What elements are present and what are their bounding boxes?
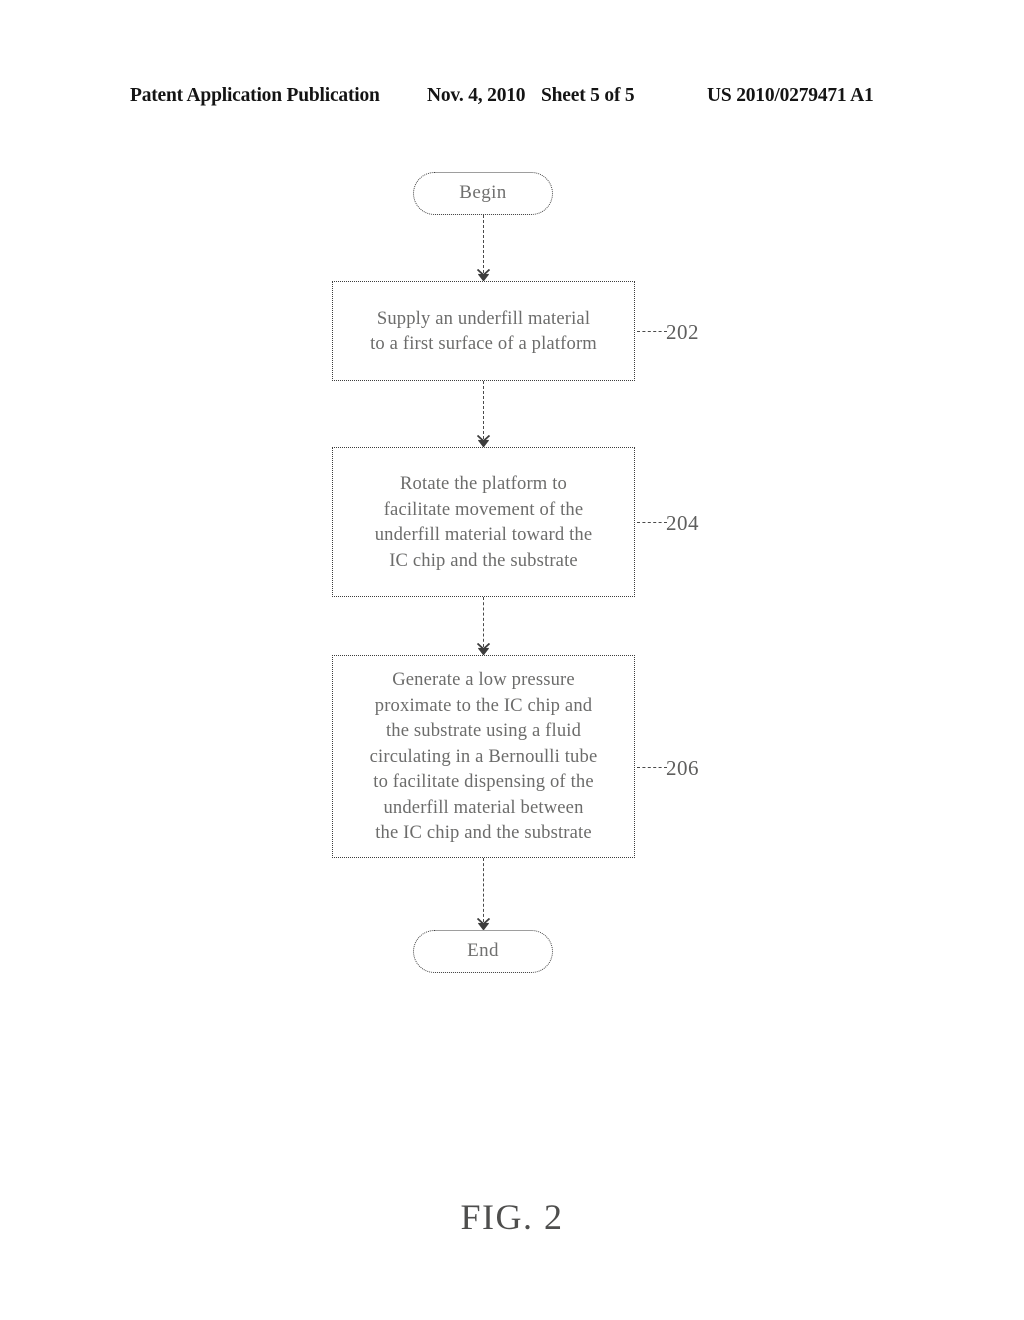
- reference-label-204: 204: [666, 511, 699, 535]
- connector-204-to-206: [483, 597, 484, 647]
- reference-leader-206: [637, 767, 667, 768]
- flowchart-step-202: Supply an underfill material to a first …: [332, 281, 635, 381]
- reference-label-206: 206: [666, 756, 699, 780]
- flowchart-terminal-begin: Begin: [413, 172, 553, 215]
- flowchart-terminal-end: End: [413, 930, 553, 973]
- reference-leader-202: [637, 331, 667, 332]
- figure-caption: FIG. 2: [460, 1197, 564, 1237]
- reference-leader-204: [637, 522, 667, 523]
- step-206-text: Generate a low pressure proximate to the…: [369, 669, 598, 844]
- connector-begin-to-202: [483, 215, 484, 273]
- flowchart-diagram: Begin Supply an underfill material to a …: [0, 0, 1024, 1320]
- terminal-begin-label: Begin: [459, 181, 507, 203]
- connector-206-to-end: [483, 858, 484, 922]
- terminal-end-label: End: [467, 939, 499, 961]
- step-202-text: Supply an underfill material to a first …: [370, 307, 597, 355]
- step-204-text: Rotate the platform to facilitate moveme…: [374, 473, 593, 571]
- reference-label-202: 202: [666, 320, 699, 344]
- flowchart-step-204: Rotate the platform to facilitate moveme…: [332, 447, 635, 597]
- connector-202-to-204: [483, 381, 484, 439]
- flowchart-step-206: Generate a low pressure proximate to the…: [332, 655, 635, 858]
